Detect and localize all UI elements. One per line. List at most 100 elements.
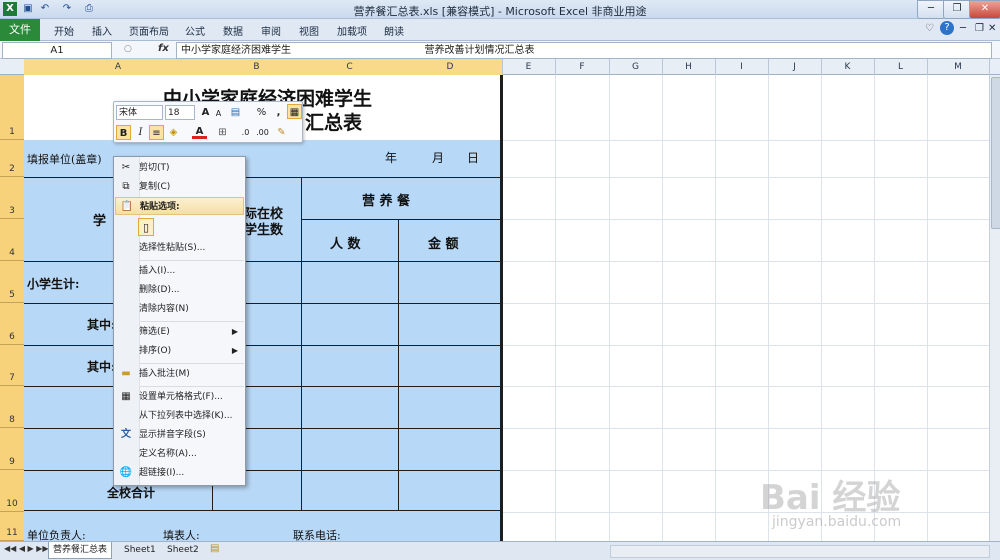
- tab-scroll-arrows-icon[interactable]: ◀◀ ◀ ▶ ▶▶: [4, 544, 49, 553]
- bold-button[interactable]: B: [116, 125, 131, 140]
- column-header-k[interactable]: K: [821, 59, 875, 75]
- borders-icon[interactable]: ⊞: [215, 125, 230, 140]
- row-header-7[interactable]: 7: [0, 345, 24, 386]
- row-header-8[interactable]: 8: [0, 386, 24, 428]
- sheet-tab-nutrition[interactable]: 营养餐汇总表: [48, 542, 113, 559]
- column-headers: A B C D E F G H I J K L M: [0, 59, 1000, 75]
- menu-item-insert[interactable]: 插入(I)...: [115, 262, 244, 280]
- vertical-scrollbar[interactable]: [989, 75, 1000, 541]
- comma-style-button[interactable]: ,: [271, 105, 286, 120]
- fill-color-icon[interactable]: ◈: [166, 125, 181, 140]
- column-header-e[interactable]: E: [502, 59, 556, 75]
- menu-item-phonetic[interactable]: 文显示拼音字段(S): [115, 426, 244, 444]
- menu-item-hyperlink[interactable]: 🌐 超链接(I)...: [115, 464, 244, 482]
- menu-item-insert-comment[interactable]: ▬ 插入批注(M): [115, 365, 244, 383]
- globe-link-icon: 🌐: [119, 467, 133, 478]
- cell-count: 人 数: [330, 237, 361, 252]
- help-icon[interactable]: ?: [940, 21, 954, 35]
- center-align-icon[interactable]: ≡: [149, 125, 164, 140]
- tab-insert[interactable]: 插入: [92, 23, 112, 38]
- shrink-font-button[interactable]: A: [211, 106, 226, 121]
- restore-button[interactable]: ❐: [943, 0, 971, 19]
- menu-item-sort[interactable]: 排序(O) ▶: [115, 342, 244, 360]
- formula-circle-icon[interactable]: ○: [124, 44, 132, 54]
- cell-amount: 金 额: [428, 237, 459, 252]
- tab-read-aloud[interactable]: 朗读: [384, 23, 404, 38]
- column-header-b[interactable]: B: [212, 59, 302, 75]
- column-header-a[interactable]: A: [24, 59, 213, 75]
- row-header-4[interactable]: 4: [0, 219, 24, 261]
- scrollbar-thumb[interactable]: [991, 77, 1000, 229]
- insert-sheet-icon[interactable]: ▤: [210, 543, 219, 554]
- name-box[interactable]: A1: [2, 42, 112, 59]
- row-header-3[interactable]: 3: [0, 177, 24, 219]
- tab-home[interactable]: 开始: [54, 23, 74, 38]
- cell-unit: 填报单位(盖章): [27, 153, 102, 166]
- column-header-h[interactable]: H: [662, 59, 716, 75]
- comment-icon: ▬: [121, 368, 131, 379]
- row-header-5[interactable]: 5: [0, 261, 24, 303]
- column-header-l[interactable]: L: [874, 59, 928, 75]
- menu-item-format-cells[interactable]: ▦ 设置单元格格式(F)...: [115, 388, 244, 406]
- menu-item-paste-options[interactable]: 📋 粘贴选项:: [115, 197, 244, 215]
- menu-item-define-name[interactable]: 定义名称(A)...: [115, 445, 244, 463]
- tab-page-layout[interactable]: 页面布局: [129, 23, 169, 38]
- select-all-corner[interactable]: [0, 59, 25, 75]
- accounting-format-icon[interactable]: ▤: [228, 105, 243, 120]
- minimize-button[interactable]: ─: [917, 0, 945, 19]
- format-cells-icon: ▦: [121, 391, 131, 402]
- column-header-g[interactable]: G: [609, 59, 663, 75]
- paste-option-icon[interactable]: ▯: [138, 218, 154, 236]
- menu-item-pick-from-list[interactable]: 从下拉列表中选择(K)...: [115, 407, 244, 425]
- font-name-select[interactable]: 宋体: [116, 105, 163, 120]
- cell-school-total: 全校合计: [107, 486, 156, 500]
- cell-year: 年: [385, 151, 398, 165]
- insert-function-icon[interactable]: fx: [158, 43, 169, 54]
- heart-icon[interactable]: ♡: [925, 23, 934, 34]
- row-header-6[interactable]: 6: [0, 303, 24, 345]
- row-header-11[interactable]: 11: [0, 512, 24, 541]
- ribbon-close-icon[interactable]: ✕: [988, 23, 996, 34]
- tab-file[interactable]: 文件: [0, 19, 40, 41]
- row-header-10[interactable]: 10: [0, 470, 24, 512]
- italic-button[interactable]: I: [133, 125, 148, 140]
- close-button[interactable]: ✕: [969, 0, 1000, 19]
- row-header-1[interactable]: 1: [0, 75, 24, 140]
- column-header-j[interactable]: J: [768, 59, 822, 75]
- menu-item-cut[interactable]: ✂ 剪切(T): [115, 159, 244, 177]
- decrease-decimal-icon[interactable]: .00: [255, 125, 270, 140]
- font-color-button[interactable]: A: [192, 124, 207, 139]
- title-bar: X ▣ ↶ ↷ ⎙ 营养餐汇总表.xls [兼容模式] - Microsoft …: [0, 0, 1000, 19]
- row-header-2[interactable]: 2: [0, 140, 24, 177]
- column-header-m[interactable]: M: [927, 59, 990, 75]
- column-header-c[interactable]: C: [301, 59, 399, 75]
- row-header-9[interactable]: 9: [0, 428, 24, 470]
- merge-center-icon[interactable]: ▦: [287, 104, 302, 119]
- menu-item-filter[interactable]: 筛选(E) ▶: [115, 323, 244, 341]
- tab-addins[interactable]: 加载项: [337, 23, 367, 38]
- ribbon-minimize-icon[interactable]: ─: [960, 23, 966, 34]
- column-header-i[interactable]: I: [715, 59, 769, 75]
- watermark-brand: Bai 经验: [760, 478, 901, 518]
- menu-item-paste-special[interactable]: 选择性粘贴(S)...: [115, 239, 244, 257]
- font-size-select[interactable]: 18: [165, 105, 195, 120]
- tab-formulas[interactable]: 公式: [185, 23, 205, 38]
- format-painter-icon[interactable]: ✎: [274, 125, 289, 140]
- menu-item-clear-contents[interactable]: 清除内容(N): [115, 300, 244, 318]
- percent-style-button[interactable]: %: [254, 105, 269, 120]
- tab-data[interactable]: 数据: [223, 23, 243, 38]
- increase-decimal-icon[interactable]: .0: [238, 125, 253, 140]
- column-header-d[interactable]: D: [398, 59, 503, 75]
- menu-item-delete[interactable]: 删除(D)...: [115, 281, 244, 299]
- ribbon-restore-icon[interactable]: ❐: [975, 23, 984, 34]
- tab-view[interactable]: 视图: [299, 23, 319, 38]
- tab-review[interactable]: 审阅: [261, 23, 281, 38]
- column-header-f[interactable]: F: [555, 59, 610, 75]
- menu-item-copy[interactable]: ⧉ 复制(C): [115, 178, 244, 196]
- sheet-tab-sheet2[interactable]: Sheet2: [163, 542, 203, 558]
- horizontal-scrollbar[interactable]: [610, 545, 990, 558]
- sheet-tab-sheet1[interactable]: Sheet1: [120, 542, 160, 558]
- selected-range[interactable]: [24, 140, 502, 541]
- copy-icon: ⧉: [122, 181, 130, 192]
- formula-input[interactable]: 中小学家庭经济困难学生 营养改善计划情况汇总表: [176, 42, 992, 59]
